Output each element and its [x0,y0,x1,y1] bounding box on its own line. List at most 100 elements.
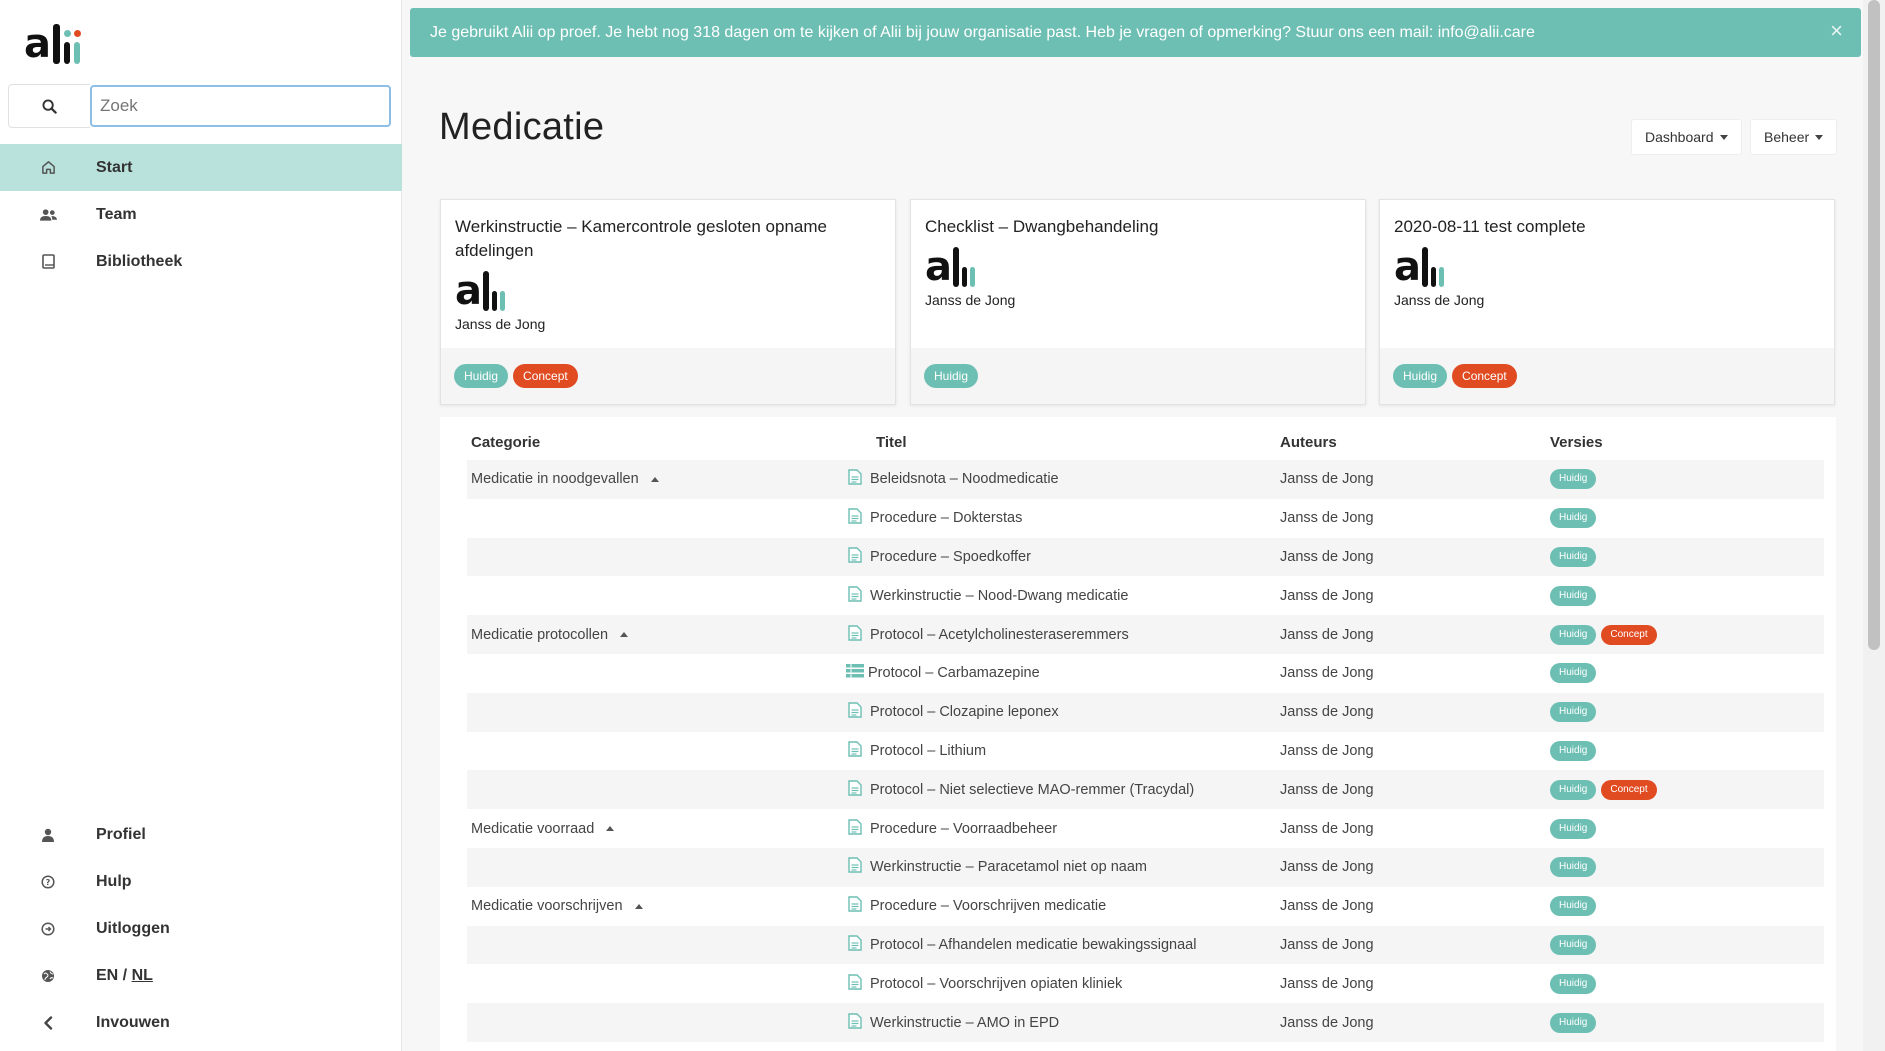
version-badge-huidig[interactable]: Huidig [1550,818,1597,839]
table-row[interactable]: Werkinstructie – Nood-Dwang medicatie Jan… [467,576,1824,615]
document-title-link[interactable]: Procedure – Voorschrijven medicatie [870,898,1106,914]
document-title-link[interactable]: Procedure – Voorraadbeheer [870,821,1057,837]
sidebar-item-uitloggen[interactable]: Uitloggen [0,905,402,952]
close-icon[interactable]: × [1830,20,1843,42]
card-title: Checklist – Dwangbehandeling [925,217,1159,236]
document-title-link[interactable]: Procedure – Dokterstas [870,510,1022,526]
document-title-link[interactable]: Procedure – Spoedkoffer [870,549,1031,565]
table-row[interactable]: Werkinstructie – AMO in EPD Janss de Jong… [467,1003,1824,1042]
home-icon [41,161,55,174]
version-badge-concept[interactable]: Concept [1601,779,1657,800]
table-row[interactable]: Werkinstructie – Paracetamol niet op naa… [467,847,1824,887]
column-header-titel[interactable]: Titel [844,425,1276,460]
sidebar-item-hulp[interactable]: ? Hulp [0,858,402,905]
table-row[interactable]: Procedure – Spoedkoffer Janss de Jong Huid… [467,537,1824,577]
language-en-link[interactable]: EN [96,967,118,984]
sidebar-item-team[interactable]: Team [0,191,402,238]
language-nl-link[interactable]: NL [132,967,153,984]
version-badge-huidig[interactable]: Huidig [1550,624,1597,645]
users-icon [39,208,57,221]
versions-cell: Huidig [1546,460,1824,499]
alii-logo[interactable]: a [24,22,81,64]
author-cell: Janss de Jong [1280,665,1374,682]
trial-banner-text: Je gebruikt Alii op proef. Je hebt nog 3… [430,23,1535,41]
document-title-link[interactable]: Protocol – Afhandelen medicatie bewaking… [870,937,1196,953]
category-label[interactable]: Medicatie protocollen [471,627,608,643]
column-header-auteurs[interactable]: Auteurs [1276,425,1546,460]
versions-cell: Huidig [1546,809,1824,848]
collapse-caret-icon[interactable] [620,632,629,638]
document-title-link[interactable]: Werkinstructie – Nood-Dwang medicatie [870,588,1128,604]
versions-cell: Huidig Concept [1546,615,1824,654]
document-card[interactable]: Checklist – Dwangbehandeling a Janss de … [910,199,1366,405]
versions-cell: Huidig [1546,732,1824,771]
version-badge-huidig[interactable]: Huidig [1550,1012,1597,1033]
document-card[interactable]: 2020-08-11 test complete a Janss de Jong… [1379,199,1835,405]
dashboard-dropdown-button[interactable]: Dashboard [1631,119,1742,155]
document-title-link[interactable]: Protocol – Carbamazepine [868,665,1040,681]
table-row[interactable]: Medicatie voorraad Procedure – Voorraadbe… [467,809,1824,848]
help-icon: ? [41,874,55,889]
collapse-caret-icon[interactable] [606,826,615,832]
collapse-caret-icon[interactable] [650,476,659,482]
version-badge-huidig[interactable]: Huidig [1550,469,1597,490]
column-header-versies[interactable]: Versies [1546,425,1824,460]
version-badge-huidig[interactable]: Huidig [1550,896,1597,917]
page-scrollbar[interactable] [1863,0,1885,1051]
sidebar-item-profiel[interactable]: Profiel [0,811,402,858]
version-badge-huidig[interactable]: Huidig [1393,364,1448,388]
version-badge-huidig[interactable]: Huidig [1550,585,1597,606]
beheer-dropdown-button[interactable]: Beheer [1750,119,1838,155]
sidebar-item-invouwen[interactable]: Invouwen [0,999,402,1046]
table-row[interactable]: Protocol – Clozapine leponex Janss de Jon… [467,692,1824,732]
author-cell: Janss de Jong [1276,460,1546,499]
version-badge-huidig[interactable]: Huidig [1550,779,1597,800]
table-row[interactable]: Protocol – Carbamazepine Janss de Jong Hui… [467,654,1824,693]
version-badge-huidig[interactable]: Huidig [1550,857,1597,878]
table-row[interactable]: Protocol – Niet selectieve MAO-remmer (T… [467,770,1824,810]
table-row[interactable]: Procedure – Dokterstas Janss de Jong Huidi… [467,499,1824,538]
version-badge-huidig[interactable]: Huidig [1550,740,1597,761]
version-badge-huidig[interactable]: Huidig [1550,934,1597,955]
document-title-link[interactable]: Protocol – Acetylcholinesteraseremmers [870,627,1129,643]
document-title-link[interactable]: Protocol – Lithium [870,743,986,759]
book-icon [41,254,55,269]
document-title-link[interactable]: Werkinstructie – AMO in EPD [870,1015,1059,1031]
collapse-caret-icon[interactable] [634,903,643,909]
sidebar-item-bibliotheek[interactable]: Bibliotheek [0,238,402,285]
version-badge-concept[interactable]: Concept [1452,364,1517,388]
version-badge-huidig[interactable]: Huidig [1550,546,1597,567]
version-badge-concept[interactable]: Concept [513,364,578,388]
version-badge-huidig[interactable]: Huidig [1550,702,1597,723]
category-label[interactable]: Medicatie voorschrijven [471,898,623,914]
table-row[interactable]: Medicatie protocollen Protocol – Acetylch… [467,615,1824,654]
card-title: 2020-08-11 test complete [1394,217,1586,236]
table-row[interactable]: Medicatie voorschrijven Procedure – Voors… [467,887,1824,926]
category-label[interactable]: Medicatie in noodgevallen [471,471,639,487]
document-title-link[interactable]: Werkinstructie – Paracetamol niet op naa… [870,859,1147,875]
language-separator: / [118,966,132,984]
table-row[interactable]: Protocol – Afhandelen medicatie bewaking… [467,925,1824,965]
version-badge-huidig[interactable]: Huidig [454,364,509,388]
search-button[interactable] [8,84,90,128]
search-input[interactable] [90,85,391,127]
document-title-link[interactable]: Protocol – Niet selectieve MAO-remmer (T… [870,782,1194,798]
version-badge-huidig[interactable]: Huidig [924,364,979,388]
category-cell [467,770,844,810]
document-title-link[interactable]: Protocol – Voorschrijven opiaten kliniek [870,976,1122,992]
table-row[interactable]: Protocol – Voorschrijven opiaten kliniek… [467,964,1824,1003]
document-title-link[interactable]: Beleidsnota – Noodmedicatie [870,471,1059,487]
column-header-categorie[interactable]: Categorie [467,425,844,460]
document-title-link[interactable]: Protocol – Clozapine leponex [870,704,1059,720]
version-badge-huidig[interactable]: Huidig [1550,508,1597,529]
category-label[interactable]: Medicatie voorraad [471,821,594,837]
version-badge-huidig[interactable]: Huidig [1550,663,1597,684]
table-row[interactable]: Protocol – Lithium Janss de Jong Huidig [467,732,1824,771]
version-badge-huidig[interactable]: Huidig [1550,973,1597,994]
version-badge-concept[interactable]: Concept [1601,624,1657,645]
scrollbar-thumb[interactable] [1868,0,1880,650]
sidebar-item-start[interactable]: Start [0,144,402,191]
document-card[interactable]: Werkinstructie – Kamercontrole gesloten … [440,199,896,405]
sidebar-item-language[interactable]: EN / NL [0,952,402,999]
table-row[interactable]: Medicatie in noodgevallen Beleidsnota – N… [467,460,1824,499]
